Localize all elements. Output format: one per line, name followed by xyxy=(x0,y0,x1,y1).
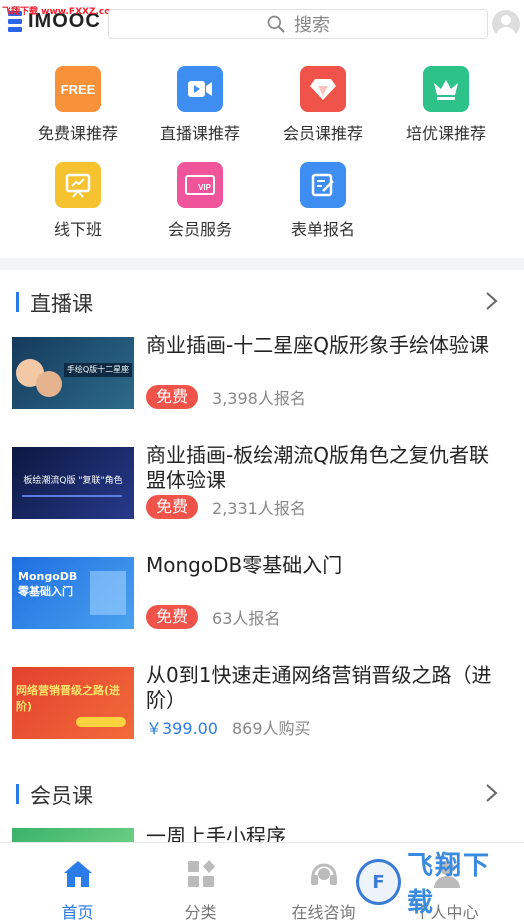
section-header-live[interactable]: 直播课 xyxy=(0,280,524,320)
course-item[interactable]: 网络营销晋级之路(进阶) 从0到1快速走通网络营销晋级之路（进阶） ￥399.0… xyxy=(0,663,524,767)
category-member[interactable]: 会员课推荐 xyxy=(262,66,384,144)
chevron-right-icon[interactable] xyxy=(480,782,502,804)
course-meta: ￥399.00 869人购买 xyxy=(146,715,311,739)
course-item[interactable]: MongoDB 零基础入门 MongoDB零基础入门 免费 63人报名 xyxy=(0,553,524,657)
nav-home[interactable]: 首页 xyxy=(12,843,143,920)
category-offline[interactable]: 线下班 xyxy=(17,162,139,240)
nav-label: 首页 xyxy=(61,903,94,920)
course-title: 商业插画-板绘潮流Q版角色之复仇者联盟体验课 xyxy=(146,443,489,492)
enroll-count: 63人报名 xyxy=(212,609,281,628)
section-title: 直播课 xyxy=(30,292,93,316)
category-vip-service[interactable]: VIP 会员服务 xyxy=(139,162,261,240)
form-icon xyxy=(300,162,346,208)
vip-card-icon: VIP xyxy=(177,162,223,208)
free-icon: FREE xyxy=(55,66,101,112)
search-placeholder: 搜索 xyxy=(294,15,330,36)
section-header-member[interactable]: 会员课 xyxy=(0,772,524,812)
watermark-text: 飞翔下载 xyxy=(406,851,491,918)
video-camera-icon xyxy=(177,66,223,112)
category-premium[interactable]: 培优课推荐 xyxy=(385,66,507,144)
category-label: 免费课推荐 xyxy=(37,124,118,143)
category-form[interactable]: 表单报名 xyxy=(262,162,384,240)
watermark-emblem-icon: F xyxy=(356,859,401,905)
grid-icon xyxy=(187,860,215,887)
course-thumbnail: 板绘潮流Q版 "复联"角色 xyxy=(12,447,134,519)
course-thumbnail: 手绘Q版十二星座 xyxy=(12,337,134,409)
category-label: 表单报名 xyxy=(290,220,355,239)
search-input[interactable]: 搜索 xyxy=(108,9,488,39)
watermark-top: 飞翔下载 www.FXXZ.com xyxy=(2,7,120,17)
headset-icon xyxy=(310,863,337,885)
top-bar: IMOOC 飞翔下载 www.FXXZ.com 搜索 xyxy=(0,0,524,48)
chevron-right-icon[interactable] xyxy=(480,290,502,312)
course-meta: 免费 63人报名 xyxy=(146,605,280,629)
free-badge: 免费 xyxy=(146,605,199,629)
nav-category[interactable]: 分类 xyxy=(135,843,266,920)
category-grid: FREE 免费课推荐 直播课推荐 会员课推荐 培优课推荐 线下班 VIP 会员服… xyxy=(0,56,524,256)
watermark-logo: F 飞翔下载 xyxy=(356,851,516,918)
course-item[interactable]: 手绘Q版十二星座 商业插画-十二星座Q版形象手绘体验课 免费 3,398人报名 xyxy=(0,333,524,437)
avatar[interactable] xyxy=(492,10,520,38)
course-thumbnail: 网络营销晋级之路(进阶) xyxy=(12,667,134,739)
category-label: 会员服务 xyxy=(167,220,232,239)
course-item[interactable]: 板绘潮流Q版 "复联"角色 商业插画-板绘潮流Q版角色之复仇者联盟体验课 免费 … xyxy=(0,443,524,547)
course-title: 商业插画-十二星座Q版形象手绘体验课 xyxy=(146,333,489,357)
crown-icon xyxy=(423,66,469,112)
section-accent-bar xyxy=(16,292,19,312)
category-label: 培优课推荐 xyxy=(405,124,486,143)
category-live[interactable]: 直播课推荐 xyxy=(139,66,261,144)
free-badge: 免费 xyxy=(146,385,199,409)
course-price: ￥399.00 xyxy=(146,719,218,738)
section-divider xyxy=(0,258,524,270)
section-accent-bar xyxy=(16,784,19,804)
diamond-icon xyxy=(300,66,346,112)
course-title: 从0到1快速走通网络营销晋级之路（进阶） xyxy=(146,663,492,712)
course-thumbnail: MongoDB 零基础入门 xyxy=(12,557,134,629)
nav-label: 分类 xyxy=(184,903,217,920)
enroll-count: 2,331人报名 xyxy=(212,499,306,518)
search-icon xyxy=(267,15,285,33)
category-label: 线下班 xyxy=(53,220,102,239)
home-icon xyxy=(63,861,92,887)
course-meta: 免费 2,331人报名 xyxy=(146,495,306,519)
purchase-count: 869人购买 xyxy=(232,719,311,738)
whiteboard-icon xyxy=(55,162,101,208)
course-title: MongoDB零基础入门 xyxy=(146,553,343,577)
section-title: 会员课 xyxy=(30,784,93,808)
category-label: 直播课推荐 xyxy=(159,124,240,143)
course-meta: 免费 3,398人报名 xyxy=(146,385,306,409)
app-screen: IMOOC 飞翔下载 www.FXXZ.com 搜索 FREE 免费课推荐 直播… xyxy=(0,0,524,920)
category-label: 会员课推荐 xyxy=(282,124,363,143)
free-badge: 免费 xyxy=(146,495,199,519)
enroll-count: 3,398人报名 xyxy=(212,389,306,408)
category-free[interactable]: FREE 免费课推荐 xyxy=(17,66,139,144)
